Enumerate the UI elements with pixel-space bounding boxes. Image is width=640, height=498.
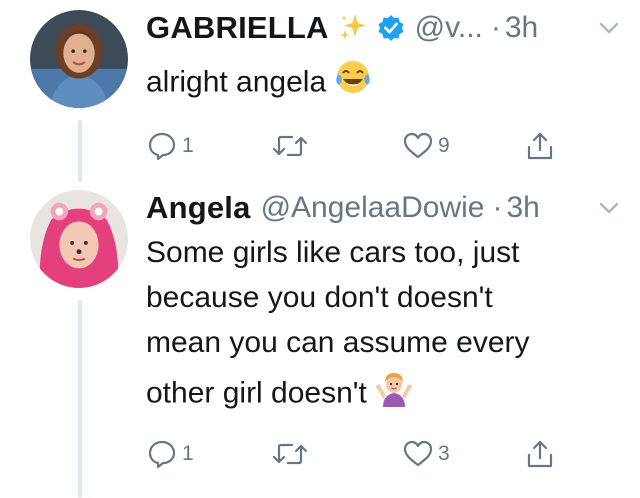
share-icon (527, 440, 553, 468)
share-button[interactable] (524, 128, 556, 164)
reply-button[interactable]: 1 (146, 128, 194, 164)
avatar-gabriella[interactable] (30, 10, 128, 108)
thread-line-top (78, 120, 82, 182)
display-name[interactable]: Angela (146, 190, 251, 226)
like-icon (403, 132, 433, 159)
display-name[interactable]: GABRIELLA (146, 10, 329, 46)
reply-icon (148, 440, 176, 469)
reply-count: 1 (182, 134, 194, 157)
thread-line-bottom (78, 300, 82, 498)
retweet-button[interactable] (272, 128, 312, 164)
shrug-emoji (375, 369, 413, 420)
timestamp[interactable]: 3h (506, 191, 539, 225)
handle[interactable]: @AngelaaDowie (261, 191, 485, 225)
like-button[interactable]: 9 (402, 128, 450, 164)
share-button[interactable] (524, 436, 556, 472)
chevron-down-icon[interactable] (596, 195, 622, 221)
tweet-text-line: because you don't doesn't (146, 281, 493, 314)
like-icon (403, 440, 433, 467)
retweet-icon (272, 443, 308, 465)
tweet-2-actions: 1 3 (146, 436, 586, 472)
handle[interactable]: @v... (415, 11, 483, 45)
like-count: 3 (438, 442, 450, 465)
tweet-2-text: Some girls like cars too, just because y… (146, 230, 616, 420)
reply-icon (148, 132, 176, 161)
share-icon (527, 132, 553, 160)
tweet-text-line: other girl doesn't (146, 376, 367, 410)
tweet-text: alright angela (146, 65, 327, 99)
tweet-1-actions: 1 9 (146, 128, 586, 164)
like-count: 9 (438, 134, 450, 157)
chevron-down-icon[interactable] (596, 15, 622, 41)
retweet-icon (272, 135, 308, 157)
tweet-2-header: Angela @AngelaaDowie · 3h (146, 188, 622, 228)
tweet-text-line: mean you can assume every (146, 326, 530, 359)
tweet-1-header: GABRIELLA @v... · 3h (146, 8, 622, 48)
like-button[interactable]: 3 (402, 436, 450, 472)
sparkles-icon (337, 12, 369, 44)
avatar-angela[interactable] (30, 190, 128, 288)
separator-dot: · (492, 191, 503, 224)
verified-badge-icon (377, 14, 405, 42)
reply-button[interactable]: 1 (146, 436, 194, 472)
tweet-text-line: Some girls like cars too, just (146, 236, 520, 269)
timestamp[interactable]: 3h (505, 11, 538, 45)
retweet-button[interactable] (272, 436, 312, 472)
tweet-1-text: alright angela (146, 58, 616, 109)
tears-of-joy-emoji (334, 58, 372, 109)
separator-dot: · (490, 11, 501, 44)
reply-count: 1 (182, 442, 194, 465)
